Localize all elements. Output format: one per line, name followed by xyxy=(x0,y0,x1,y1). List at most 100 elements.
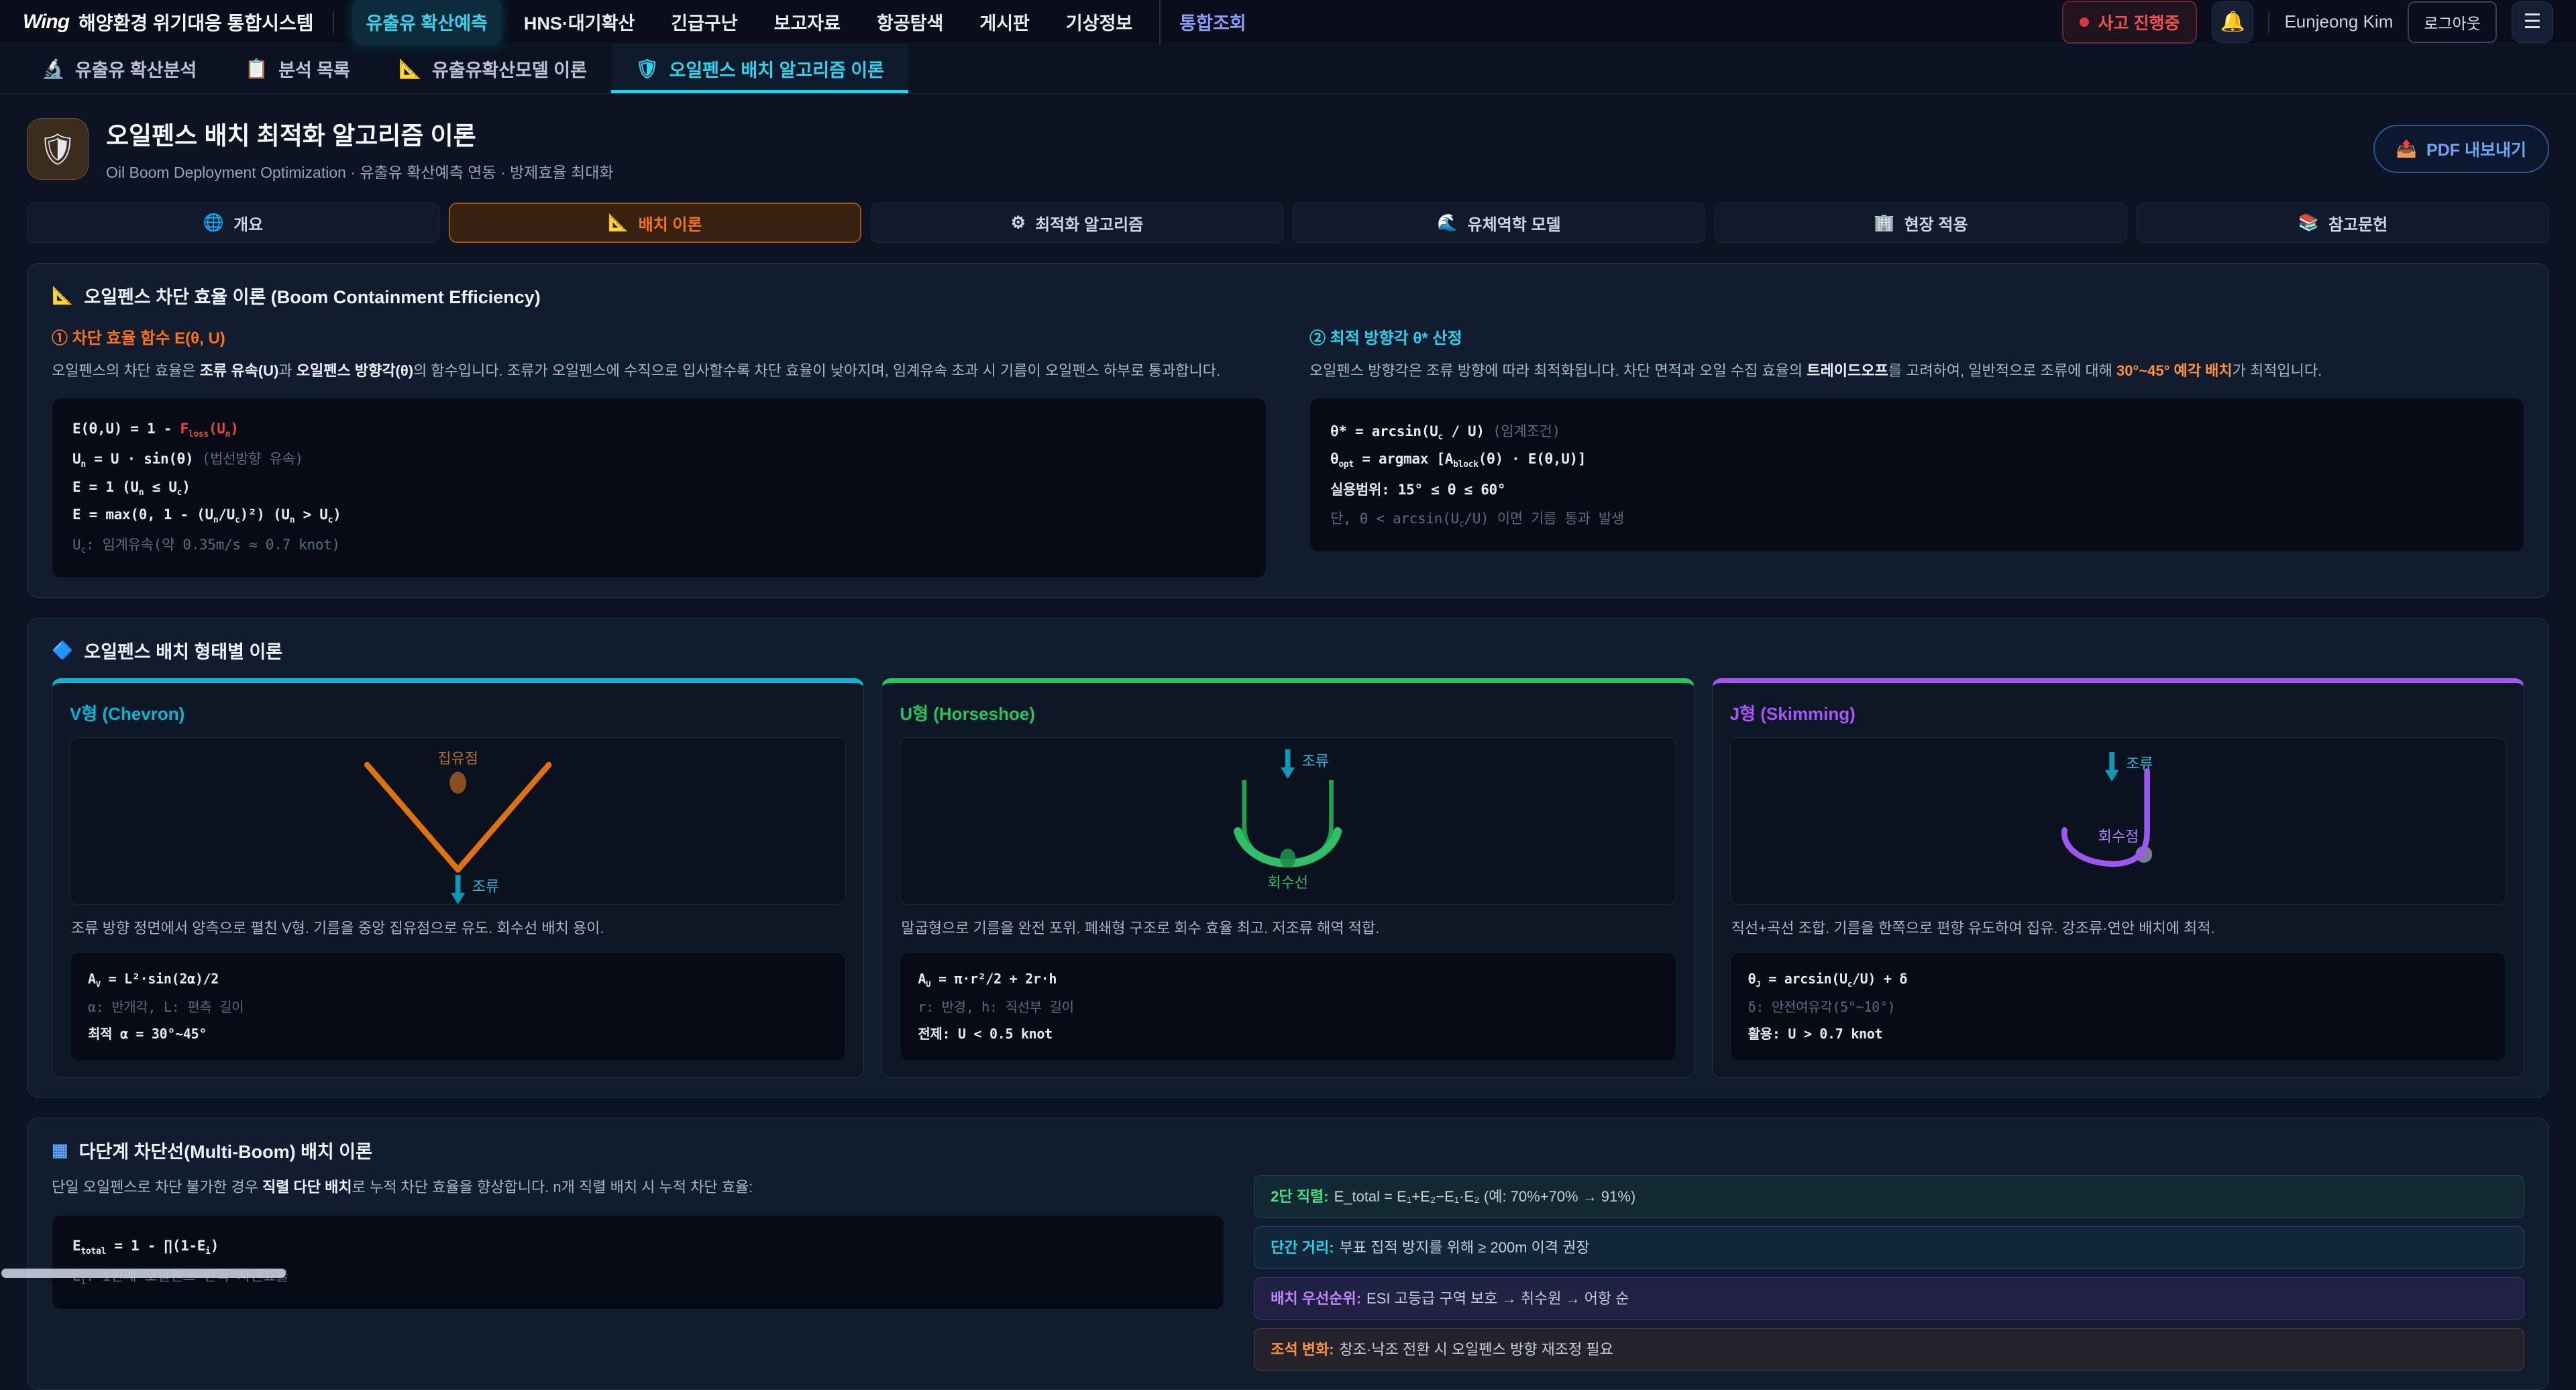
tab-diffusion-model-theory[interactable]: 📐 유출유확산모델 이론 xyxy=(374,44,611,93)
note-tide-change: 조석 변화:창조·낙조 전환 시 오일펜스 방향 재조정 필요 xyxy=(1254,1328,2524,1371)
optimal-angle-formula-block: θ* = arcsin(Uc / U) (임계조건) θopt = argmax… xyxy=(1309,398,2524,552)
pdf-export-label: PDF 내보내기 xyxy=(2426,137,2526,161)
current-label: 조류 xyxy=(1302,753,1329,769)
user-name: Eunjeong Kim xyxy=(2284,11,2393,32)
u-shape-card: U형 (Horseshoe) 조류 회수선 말굽형으로 기름을 완전 포위. 폐… xyxy=(881,678,1694,1078)
multi-boom-formula-block: Etotal = 1 - ∏(1-Ei) Ei: i번째 오일펜스 단독 차단효… xyxy=(52,1215,1224,1309)
collection-point-label: 집유점 xyxy=(437,750,478,767)
current-arrow-icon xyxy=(2104,770,2118,782)
notification-button[interactable]: 🔔 xyxy=(2212,1,2253,43)
microscope-icon: 🔬 xyxy=(42,58,65,80)
clipboard-icon: 📋 xyxy=(245,58,268,80)
tab-boom-algorithm-theory[interactable]: 🛡 오일펜스 배치 알고리즘 이론 xyxy=(611,44,908,93)
shield-badge: 🛡 xyxy=(27,118,89,180)
section-tab-field-application[interactable]: 🏢 현장 적용 xyxy=(1715,203,2127,243)
nav-item-reports[interactable]: 보고자료 xyxy=(761,0,854,44)
collection-point-dot xyxy=(449,772,466,794)
nav-item-oil-spill-prediction[interactable]: 유출유 확산예측 xyxy=(353,0,501,44)
diamond-icon: 🔷 xyxy=(52,640,73,661)
gear-icon: ⚙ xyxy=(1011,213,1026,233)
efficiency-function-paragraph: 오일펜스의 차단 효율은 조류 유속(U)과 오일펜스 방향각(θ)의 함수입니… xyxy=(52,359,1267,383)
triangle-ruler-icon: 📐 xyxy=(52,285,73,306)
tab-diffusion-analysis[interactable]: 🔬 유출유 확산분석 xyxy=(17,44,221,93)
j-shape-description: 직선+곡선 조합. 기름을 한쪽으로 편향 유도하여 집유. 강조류·연안 배치… xyxy=(1731,917,2505,940)
nav-item-board[interactable]: 게시판 xyxy=(966,0,1043,44)
shield-icon: 🛡 xyxy=(635,58,659,80)
wing-logo-icon: Wing xyxy=(23,11,69,34)
status-dot-icon xyxy=(2080,17,2089,27)
page-header: 🛡 오일펜스 배치 최적화 알고리즘 이론 Oil Boom Deploymen… xyxy=(27,115,2549,182)
horizontal-scrollbar-thumb[interactable] xyxy=(1,1269,286,1278)
containment-efficiency-card: 📐 오일펜스 차단 효율 이론 (Boom Containment Effici… xyxy=(27,263,2549,598)
section-title-text: 오일펜스 차단 효율 이론 (Boom Containment Efficien… xyxy=(84,282,540,309)
pdf-export-button[interactable]: 📤 PDF 내보내기 xyxy=(2373,125,2549,173)
multi-boom-title: ▦ 다단계 차단선(Multi-Boom) 배치 이론 xyxy=(52,1137,2524,1163)
incident-badge-label: 사고 진행중 xyxy=(2098,10,2180,34)
section-tab-references[interactable]: 📚 참고문헌 xyxy=(2137,203,2549,243)
j-shape-card: J형 (Skimming) 조류 회수점 직선+곡선 조합. 기름을 한쪽으로 … xyxy=(1712,678,2524,1078)
efficiency-function-heading: ① 차단 효율 함수 E(θ, U) xyxy=(52,325,1267,348)
nav-item-integrated-search[interactable]: 통합조회 xyxy=(1159,0,1259,44)
section-tab-label: 현장 적용 xyxy=(1904,211,1968,235)
current-label: 조류 xyxy=(472,878,499,895)
current-arrow-icon xyxy=(1281,767,1295,779)
v-shape-card: V형 (Chevron) 집유점 조류 조류 방향 정면에서 양측으로 펼친 V… xyxy=(52,678,864,1078)
v-shape-diagram: 집유점 조류 xyxy=(70,737,846,905)
nav-item-hns-air-diffusion[interactable]: HNS·대기확산 xyxy=(511,0,648,44)
nav-item-aerial-search[interactable]: 항공탐색 xyxy=(863,0,957,44)
books-icon: 📚 xyxy=(2298,213,2319,233)
tab-label: 오일펜스 배치 알고리즘 이론 xyxy=(669,56,885,82)
j-shape-formula-block: θJ = arcsin(Uc/U) + δ δ: 안전여유각(5°~10°) 활… xyxy=(1730,952,2506,1061)
section-title-text: 다단계 차단선(Multi-Boom) 배치 이론 xyxy=(79,1137,372,1163)
shield-icon: 🛡 xyxy=(38,131,77,168)
section-tab-deployment-theory[interactable]: 📐 배치 이론 xyxy=(449,203,861,243)
recovery-label: 회수선 xyxy=(1268,874,1309,891)
u-shape-title: U형 (Horseshoe) xyxy=(900,700,1676,725)
j-shape-diagram: 조류 회수점 xyxy=(1730,737,2506,905)
bell-icon: 🔔 xyxy=(2220,10,2245,34)
section-tab-optimization-algorithm[interactable]: ⚙ 최적화 알고리즘 xyxy=(871,203,1283,243)
grid-icon: ▦ xyxy=(52,1140,68,1161)
section-tabs: 🌐 개요 📐 배치 이론 ⚙ 최적화 알고리즘 🌊 유체역학 모델 🏢 현장 적… xyxy=(27,203,2549,243)
multi-boom-card: ▦ 다단계 차단선(Multi-Boom) 배치 이론 단일 오일펜스로 차단 … xyxy=(27,1118,2549,1390)
recovery-label: 회수점 xyxy=(2098,828,2139,845)
section-tab-hydrodynamics-model[interactable]: 🌊 유체역학 모델 xyxy=(1293,203,1705,243)
v-shape-formula-block: AV = L²·sin(2α)/2 α: 반개각, L: 편측 길이 최적 α … xyxy=(70,952,846,1061)
nav-item-emergency-rescue[interactable]: 긴급구난 xyxy=(657,0,751,44)
tab-label: 유출유 확산분석 xyxy=(75,56,197,82)
wave-icon: 🌊 xyxy=(1437,213,1458,233)
efficiency-formula-block: E(θ,U) = 1 - Floss(Un) Un = U · sin(θ) (… xyxy=(52,398,1267,578)
building-icon: 🏢 xyxy=(1874,213,1894,233)
tab-label: 분석 목록 xyxy=(278,56,350,82)
j-shape-title: J형 (Skimming) xyxy=(1730,700,2506,725)
section-title-text: 오일펜스 배치 형태별 이론 xyxy=(84,637,282,663)
tab-analysis-list[interactable]: 📋 분석 목록 xyxy=(221,44,374,93)
main-nav: 유출유 확산예측 HNS·대기확산 긴급구난 보고자료 항공탐색 게시판 기상정… xyxy=(353,0,2043,44)
globe-icon: 🌐 xyxy=(203,213,224,233)
recovery-point-dot xyxy=(1281,849,1296,868)
note-spacing: 단간 거리:부표 집적 방지를 위해 ≥ 200m 이격 권장 xyxy=(1254,1226,2524,1269)
triangle-ruler-icon: 📐 xyxy=(398,58,422,80)
logout-button[interactable]: 로그아웃 xyxy=(2408,1,2497,43)
hamburger-menu-button[interactable]: ☰ xyxy=(2512,1,2553,43)
current-arrow-icon xyxy=(451,893,465,904)
tab-label: 유출유확산모델 이론 xyxy=(432,56,587,82)
v-shape-title: V형 (Chevron) xyxy=(70,700,846,725)
optimal-angle-column: ② 최적 방향각 θ* 산정 오일펜스 방향각은 조류 방향에 따라 최적화됩니… xyxy=(1309,309,2524,578)
deployment-shapes-card: 🔷 오일펜스 배치 형태별 이론 V형 (Chevron) 집유점 조류 xyxy=(27,618,2549,1098)
section-tab-overview[interactable]: 🌐 개요 xyxy=(27,203,439,243)
u-shape-formula-block: AU = π·r²/2 + 2r·h r: 반경, h: 직선부 길이 전제: … xyxy=(900,952,1676,1061)
incident-status-badge[interactable]: 사고 진행중 xyxy=(2062,1,2198,44)
top-right-controls: 사고 진행중 🔔 Eunjeong Kim 로그아웃 ☰ xyxy=(2062,1,2553,44)
divider xyxy=(333,11,334,34)
note-two-stage-series: 2단 직렬:E_total = E₁+E₂−E₁·E₂ (예: 70%+70% … xyxy=(1254,1175,2524,1218)
tab-strip: 🔬 유출유 확산분석 📋 분석 목록 📐 유출유확산모델 이론 🛡 오일펜스 배… xyxy=(0,44,2576,94)
triangle-ruler-icon: 📐 xyxy=(608,213,629,233)
section-tab-label: 유체역학 모델 xyxy=(1467,211,1560,235)
u-shape-description: 말굽형으로 기름을 완전 포위. 폐쇄형 구조로 회수 효율 최고. 저조류 해… xyxy=(901,917,1674,940)
nav-item-weather-info[interactable]: 기상정보 xyxy=(1053,0,1146,44)
divider xyxy=(2268,11,2269,34)
containment-efficiency-title: 📐 오일펜스 차단 효율 이론 (Boom Containment Effici… xyxy=(52,282,2524,309)
page-subtitle: Oil Boom Deployment Optimization · 유출유 확… xyxy=(106,160,614,182)
top-bar: Wing 해양환경 위기대응 통합시스템 유출유 확산예측 HNS·대기확산 긴… xyxy=(0,0,2576,44)
